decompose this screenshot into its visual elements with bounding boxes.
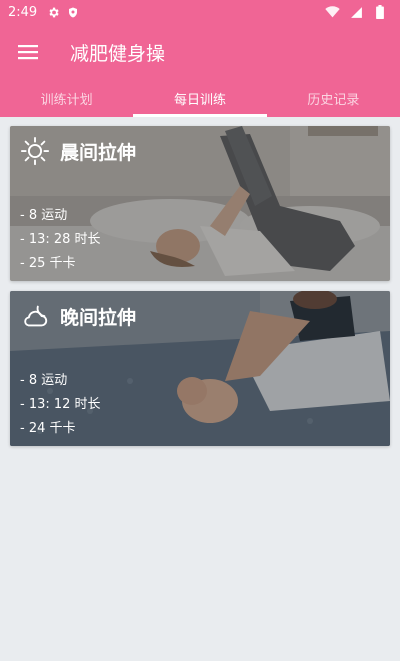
sun-icon [20,136,50,166]
settings-gear-icon [45,4,61,20]
shield-icon [65,4,81,20]
wifi-icon [324,4,340,20]
duration: - 13: 12 时长 [20,397,101,412]
exercise-count: - 8 运动 [20,373,68,388]
duration: - 13: 28 时长 [20,232,101,247]
card-stats: - 8 运动 - 13: 12 时长 - 24 千卡 [20,369,101,441]
card-header: 晚间拉伸 [20,301,136,331]
card-title: 晨间拉伸 [60,141,137,164]
app-title: 减肥健身操 [70,42,166,65]
hamburger-menu-icon [18,45,38,60]
app-bar: 减肥健身操 [0,24,400,80]
signal-icon [348,4,364,20]
tab-training-plan[interactable]: 训练计划 [0,80,133,117]
cloud-moon-icon [24,305,48,327]
tab-history[interactable]: 历史记录 [267,80,400,117]
card-title: 晚间拉伸 [60,306,137,329]
evening-stretch-card[interactable]: 晚间拉伸 - 8 运动 - 13: 12 时长 - 24 千卡 [10,291,390,446]
calories: - 24 千卡 [20,421,76,436]
morning-stretch-card[interactable]: 晨间拉伸 - 8 运动 - 13: 28 时长 - 25 千卡 [10,126,390,281]
menu-button[interactable] [0,24,56,80]
card-stats: - 8 运动 - 13: 28 时长 - 25 千卡 [20,204,101,276]
tab-daily-training[interactable]: 每日训练 [133,80,267,117]
calories: - 25 千卡 [20,256,76,271]
battery-icon [372,4,388,20]
status-bar: 2:49 [0,0,400,24]
exercise-count: - 8 运动 [20,208,68,223]
card-header: 晨间拉伸 [20,136,136,166]
tab-bar: 训练计划 每日训练 历史记录 [0,80,400,117]
status-time: 2:49 [8,4,38,20]
